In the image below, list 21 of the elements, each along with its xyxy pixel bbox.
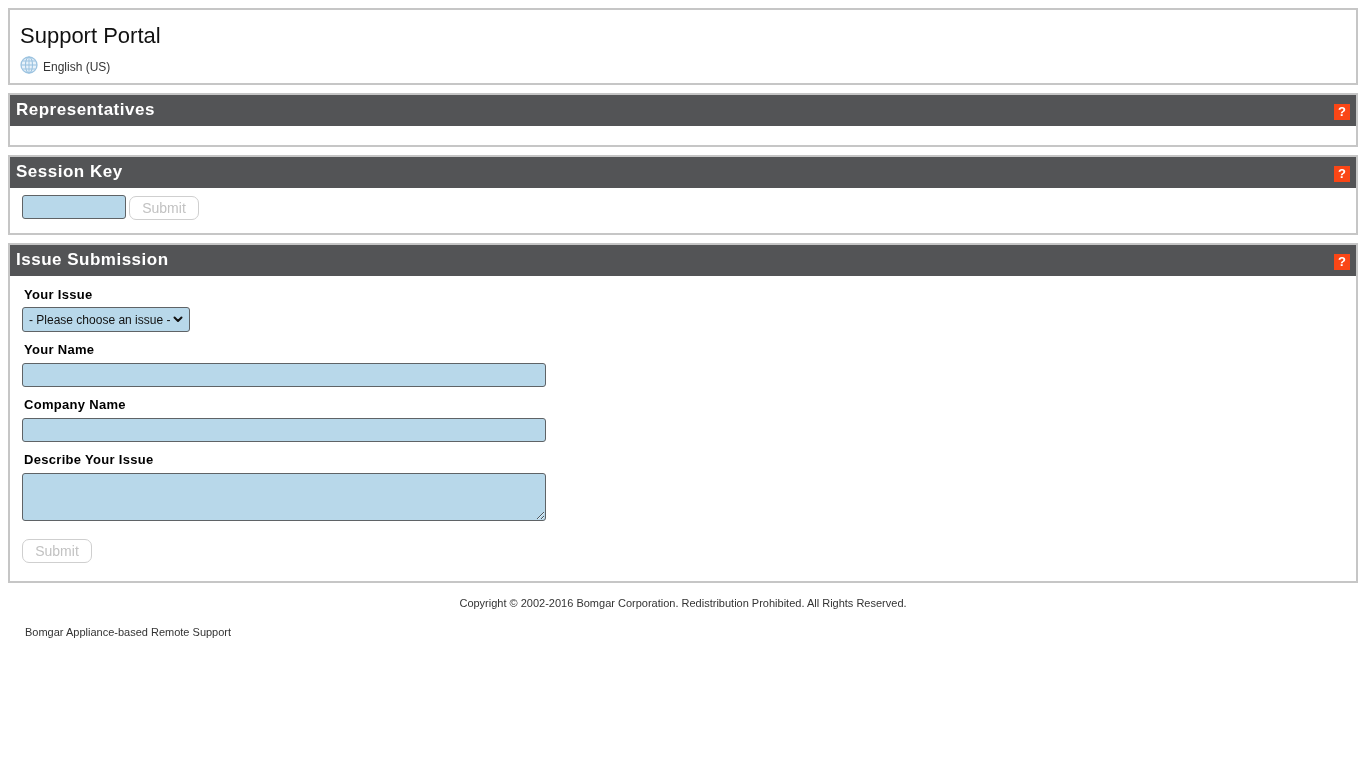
- help-button[interactable]: ?: [1334, 165, 1350, 182]
- help-button[interactable]: ?: [1334, 103, 1350, 120]
- help-button[interactable]: ?: [1334, 253, 1350, 270]
- copyright-text: Copyright © 2002-2016 Bomgar Corporation. Redistribution Prohibited. All Rights Reserved.: [458, 596, 908, 610]
- globe-icon: [20, 56, 38, 74]
- section-title: Issue Submission: [16, 249, 169, 270]
- section-title: Session Key: [16, 161, 123, 182]
- field-label: Your Name: [24, 342, 96, 358]
- session-key-field[interactable]: [22, 195, 126, 219]
- issue-dropdown[interactable]: - Please choose an issue -: [22, 307, 190, 332]
- text-area[interactable]: [22, 473, 546, 521]
- language-link[interactable]: English (US): [43, 60, 111, 74]
- text-field[interactable]: [22, 418, 546, 442]
- chevron-down-icon: [173, 316, 183, 323]
- field-label: Company Name: [24, 397, 127, 413]
- section-title: Representatives: [16, 99, 155, 120]
- field-label: Describe Your Issue: [24, 452, 155, 468]
- portal-title: Support Portal: [20, 22, 162, 50]
- field-label: Your Issue: [24, 287, 94, 303]
- product-name: Bomgar Appliance-based Remote Support: [24, 625, 233, 639]
- text-field[interactable]: [22, 363, 546, 387]
